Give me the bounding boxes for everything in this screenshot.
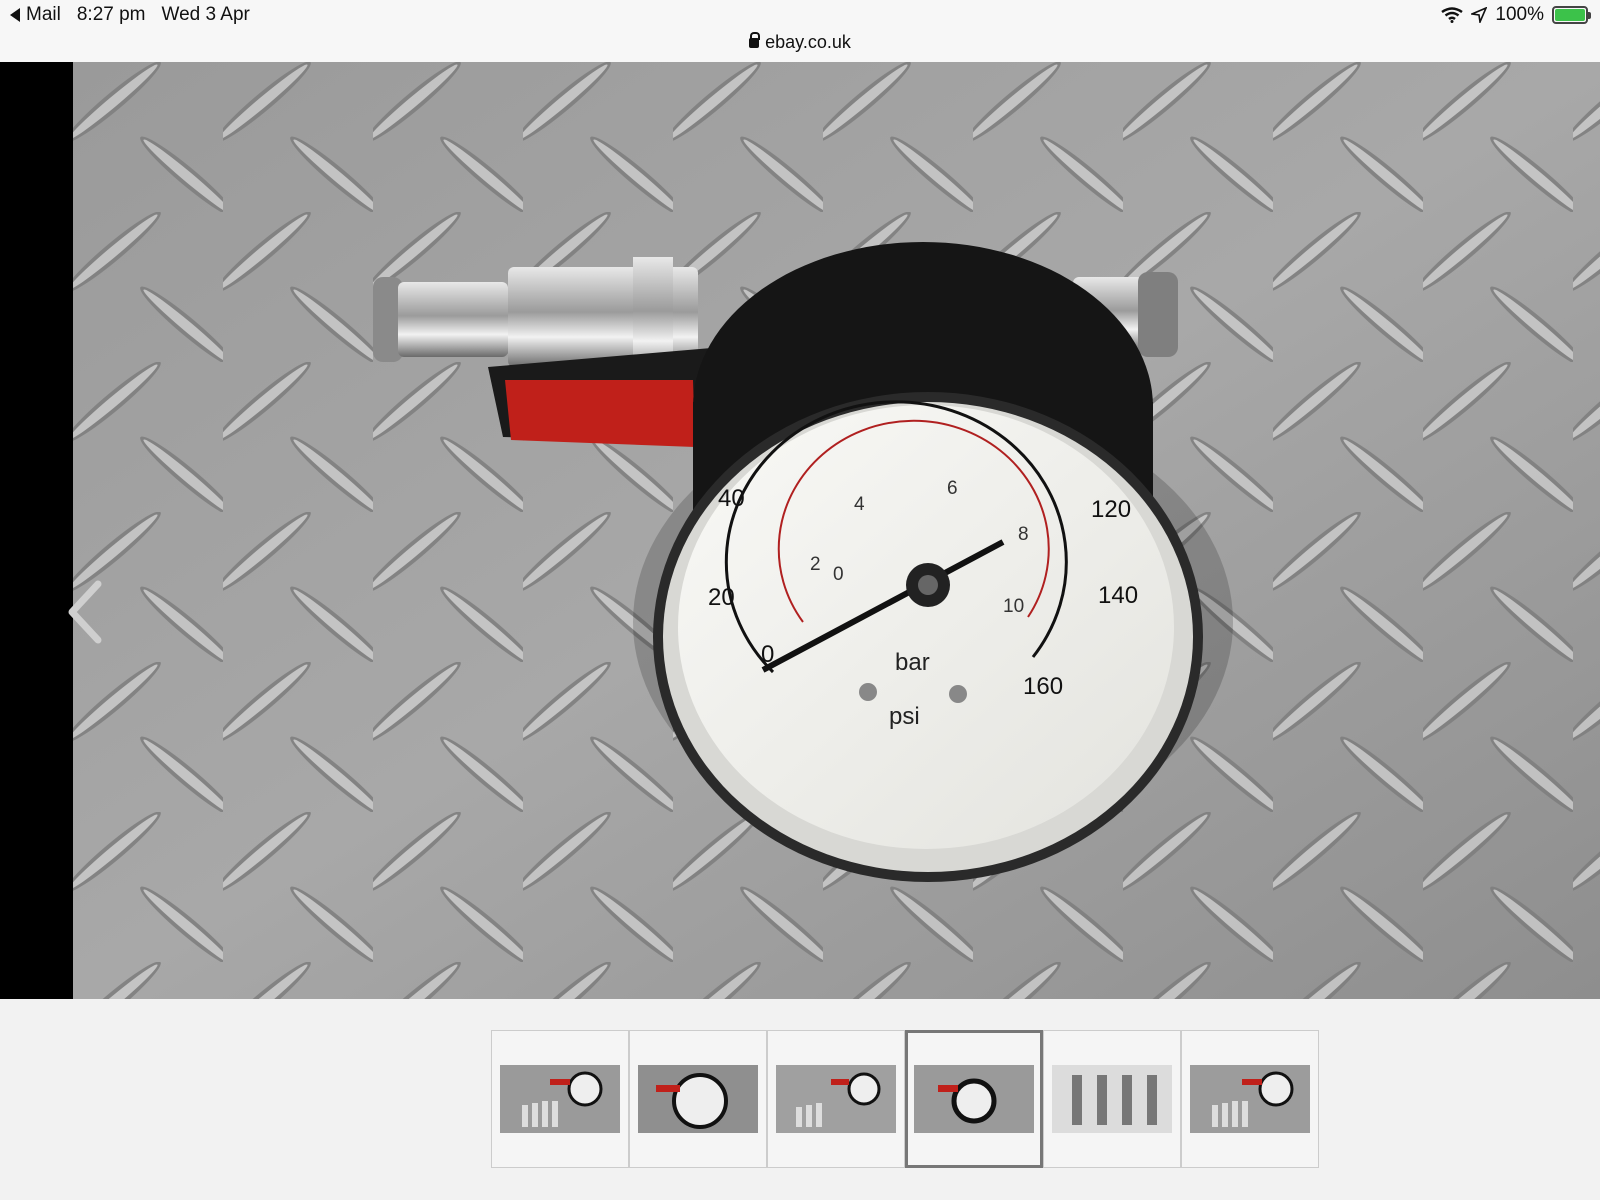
thumbnail-2[interactable] (629, 1030, 767, 1168)
thumbnail-5[interactable] (1043, 1030, 1181, 1168)
status-date: Wed 3 Apr (161, 4, 250, 25)
psi-label-140: 140 (1098, 582, 1138, 609)
thumbnail-strip (491, 1030, 1319, 1168)
bar-label-8: 8 (1018, 524, 1029, 545)
bar-label-10: 10 (1003, 596, 1024, 617)
status-time: 8:27 pm (76, 4, 146, 25)
thumbnail-image (1052, 1065, 1172, 1133)
location-arrow-icon (1471, 7, 1488, 23)
unit-bar-label: bar (895, 649, 930, 676)
psi-label-0: 0 (761, 641, 774, 668)
previous-image-arrow-icon[interactable] (60, 572, 110, 652)
thumbnail-1[interactable] (491, 1030, 629, 1168)
thumbnail-image (500, 1065, 620, 1133)
psi-label-40: 40 (718, 485, 745, 512)
unit-psi-label: psi (889, 703, 920, 730)
psi-label-160: 160 (1023, 673, 1063, 700)
wifi-icon (1441, 7, 1464, 23)
back-to-mail-button[interactable]: Mail (10, 4, 61, 26)
bar-label-0: 0 (833, 564, 844, 585)
product-photo: 0 20 40 120 140 160 0 2 4 6 8 10 bar psi (73, 62, 1600, 999)
thumbnail-image (638, 1065, 758, 1133)
lock-icon (749, 32, 761, 48)
pressure-gauge (653, 242, 1203, 882)
back-arrow-icon (10, 8, 20, 22)
thumbnail-3[interactable] (767, 1030, 905, 1168)
thumbnail-image (914, 1065, 1034, 1133)
page: Mail 8:27 pm Wed 3 Apr 100% ebay.co.uk 0… (0, 0, 1600, 1200)
battery-percent: 100% (1495, 4, 1544, 25)
thumbnail-image (1190, 1065, 1310, 1133)
psi-label-120: 120 (1091, 496, 1131, 523)
bar-label-2: 2 (810, 554, 821, 575)
url-bar[interactable]: ebay.co.uk (0, 30, 1600, 62)
battery-icon (1552, 6, 1591, 24)
url-domain: ebay.co.uk (765, 32, 851, 52)
bar-label-6: 6 (947, 478, 958, 499)
psi-label-20: 20 (708, 584, 735, 611)
thumbnail-6[interactable] (1181, 1030, 1319, 1168)
back-app-label: Mail (26, 4, 61, 25)
thumbnail-4-active[interactable] (905, 1030, 1043, 1168)
status-bar: Mail 8:27 pm Wed 3 Apr 100% (0, 0, 1600, 30)
thumbnail-image (776, 1065, 896, 1133)
bar-label-4: 4 (854, 494, 865, 515)
product-photo-viewer: 0 20 40 120 140 160 0 2 4 6 8 10 bar psi (0, 62, 1600, 999)
